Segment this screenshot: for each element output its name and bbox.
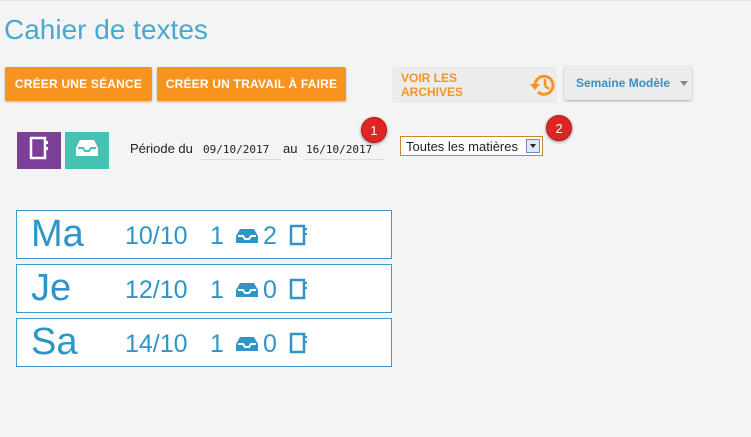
day-name: Je (31, 267, 72, 309)
from-date-field[interactable]: 09/10/2017 (200, 139, 281, 160)
work-count: 0 (263, 276, 277, 304)
archives-button[interactable]: VOIR LES ARCHIVES (392, 67, 557, 103)
session-count: 1 (210, 330, 224, 358)
create-session-button[interactable]: CRÉER UNE SÉANCE (5, 67, 152, 101)
subject-select-value: Toutes les matières (406, 138, 518, 154)
day-card-saturday[interactable]: Sa 14/10 1 0 (16, 318, 392, 367)
week-model-label: Semaine Modèle (576, 76, 671, 90)
create-work-button[interactable]: CRÉER UN TRAVAIL À FAIRE (157, 67, 346, 101)
day-name: Sa (31, 321, 78, 363)
chevron-down-icon (526, 139, 540, 153)
notebook-view-button[interactable] (17, 132, 61, 169)
callout-badge-1: 1 (361, 117, 387, 143)
notebook-icon (289, 332, 309, 359)
week-model-dropdown[interactable]: Semaine Modèle (564, 66, 692, 100)
to-label: au (283, 141, 298, 156)
notebook-icon (29, 136, 49, 165)
day-date: 10/10 (125, 222, 188, 250)
work-count: 2 (263, 222, 277, 250)
page-title: Cahier de textes (4, 14, 208, 45)
subject-select[interactable]: Toutes les matières (400, 136, 543, 156)
period-label: Période du (130, 141, 193, 156)
session-count: 1 (210, 276, 224, 304)
session-count: 1 (210, 222, 224, 250)
history-icon (529, 71, 557, 99)
inbox-view-button[interactable] (65, 132, 109, 169)
inbox-icon (75, 138, 99, 163)
top-divider (0, 0, 751, 1)
notebook-icon (289, 224, 309, 251)
work-count: 0 (263, 330, 277, 358)
day-card-tuesday[interactable]: Ma 10/10 1 2 (16, 210, 392, 259)
notebook-icon (289, 278, 309, 305)
inbox-icon (235, 282, 259, 303)
archives-label: VOIR LES ARCHIVES (401, 71, 464, 99)
day-name: Ma (31, 213, 84, 255)
day-card-thursday[interactable]: Je 12/10 1 0 (16, 264, 392, 313)
callout-badge-2: 2 (546, 115, 572, 141)
day-date: 12/10 (125, 276, 188, 304)
day-date: 14/10 (125, 330, 188, 358)
chevron-down-icon (680, 80, 689, 86)
inbox-icon (235, 228, 259, 249)
inbox-icon (235, 336, 259, 357)
